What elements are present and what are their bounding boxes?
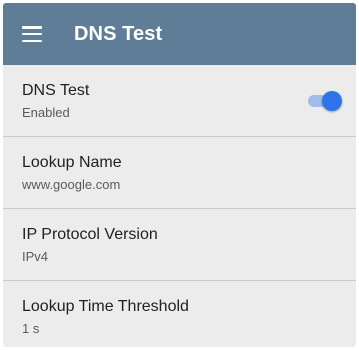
- menu-bar-middle: [22, 32, 42, 36]
- setting-status: Enabled: [22, 105, 70, 120]
- hamburger-menu-icon[interactable]: [22, 26, 42, 42]
- menu-bar-bottom: [22, 39, 42, 42]
- setting-title: DNS Test: [22, 82, 90, 99]
- setting-dns-test[interactable]: DNS Test Enabled: [3, 65, 356, 137]
- setting-value: www.google.com: [22, 177, 121, 192]
- dns-test-screen: DNS Test DNS Test Enabled Lookup Name ww…: [3, 3, 356, 347]
- setting-lookup-name[interactable]: Lookup Name www.google.com: [3, 137, 356, 209]
- settings-list: DNS Test Enabled Lookup Name www.google.…: [3, 65, 356, 347]
- setting-title: Lookup Name: [22, 154, 122, 171]
- setting-ip-protocol-version[interactable]: IP Protocol Version IPv4: [3, 209, 356, 281]
- app-bar: DNS Test: [3, 3, 356, 65]
- dns-test-toggle[interactable]: [306, 91, 342, 111]
- setting-value: 1 s: [22, 321, 40, 336]
- page-title: DNS Test: [74, 22, 163, 45]
- setting-title: IP Protocol Version: [22, 226, 158, 243]
- setting-value: IPv4: [22, 249, 49, 264]
- menu-bar-top: [22, 26, 42, 29]
- toggle-thumb: [322, 91, 342, 111]
- setting-lookup-time-threshold[interactable]: Lookup Time Threshold 1 s: [3, 281, 356, 347]
- setting-title: Lookup Time Threshold: [22, 298, 189, 315]
